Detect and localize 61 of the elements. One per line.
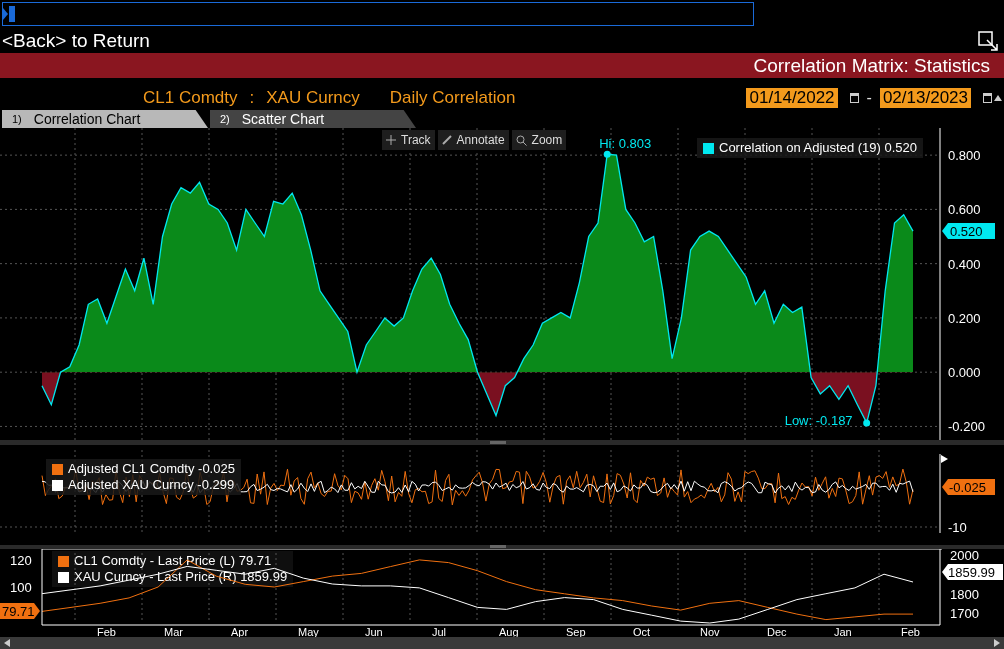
start-date-field[interactable]: 01/14/2022 bbox=[746, 88, 838, 108]
cursor-icon bbox=[3, 4, 15, 24]
back-link[interactable]: <Back> to Return bbox=[2, 29, 150, 52]
calendar-icon[interactable] bbox=[983, 93, 992, 103]
calendar-icon[interactable] bbox=[849, 93, 859, 103]
axis-tick-label: 0.800 bbox=[948, 148, 981, 164]
high-label: Hi: 0.803 bbox=[599, 136, 652, 152]
legend-label: CL1 Comdty - Last Price (L) 79.71 bbox=[74, 553, 272, 569]
axis-tick-label: 100 bbox=[10, 580, 32, 595]
axis-tick-label: 0.600 bbox=[948, 202, 981, 218]
end-date-field[interactable]: 02/13/2023 bbox=[879, 88, 971, 108]
chart-tool-button[interactable]: Zoom bbox=[511, 130, 567, 150]
month-label: Oct bbox=[633, 626, 651, 637]
axis-tick-label: 2000 bbox=[950, 547, 979, 563]
chart-tool-button[interactable]: Track bbox=[382, 130, 435, 150]
chart-tool-button[interactable]: Annotate bbox=[437, 130, 509, 150]
correlation-mode: Daily Correlation bbox=[389, 88, 516, 108]
axis-tick-label: 1800 bbox=[950, 586, 979, 602]
chart-tab[interactable]: 1) Correlation Chart bbox=[2, 110, 208, 128]
axis-tick-label: 120 bbox=[10, 552, 32, 568]
value-flag: -0.025 bbox=[942, 479, 995, 495]
axis-tick-label: 0.000 bbox=[948, 365, 981, 381]
legend-label: Adjusted CL1 Comdty -0.025 bbox=[68, 461, 235, 477]
screen-title: Correlation Matrix: Statistics bbox=[753, 54, 990, 77]
search-icon bbox=[515, 134, 527, 146]
month-label: Dec bbox=[767, 626, 787, 637]
legend-label: Adjusted XAU Curncy -0.299 bbox=[68, 477, 235, 493]
month-label: Feb bbox=[901, 626, 920, 637]
chart-tab[interactable]: 2) Scatter Chart bbox=[210, 110, 416, 128]
month-label: Jun bbox=[365, 626, 383, 637]
low-label: Low: -0.187 bbox=[784, 412, 853, 428]
horizontal-scrollbar[interactable] bbox=[0, 637, 1004, 649]
command-field[interactable] bbox=[2, 2, 754, 26]
month-label: Feb bbox=[97, 626, 116, 637]
low-marker bbox=[863, 419, 871, 427]
value-flag: 1859.99 bbox=[942, 564, 1003, 580]
scroll-right-icon[interactable] bbox=[994, 639, 1000, 647]
scroll-left-icon[interactable] bbox=[4, 639, 10, 647]
date-separator: - bbox=[866, 89, 872, 107]
legend-label: Correlation on Adjusted (19) 0.520 bbox=[719, 140, 917, 156]
separator-colon: : bbox=[249, 88, 255, 108]
high-marker bbox=[603, 150, 611, 158]
axis-tick-label: -0.200 bbox=[948, 419, 985, 435]
expand-icon[interactable] bbox=[978, 30, 998, 51]
security-name: CL1 Comdty bbox=[143, 88, 238, 108]
resize-handle[interactable] bbox=[490, 441, 506, 444]
resize-handle[interactable] bbox=[490, 545, 506, 548]
scroll-up-icon[interactable] bbox=[994, 94, 1002, 102]
axis-tick-label: 0.200 bbox=[948, 310, 981, 326]
month-label: Jan bbox=[834, 626, 852, 637]
crosshair-icon bbox=[386, 135, 396, 145]
security-name: XAU Curncy bbox=[266, 88, 360, 108]
pencil-icon bbox=[441, 135, 452, 145]
value-flag: 0.520 bbox=[942, 223, 995, 240]
month-label: Mar bbox=[164, 626, 183, 637]
axis-tick-label: -10 bbox=[948, 520, 967, 535]
month-label: Jul bbox=[432, 626, 447, 637]
axis-tick-label: 0.400 bbox=[948, 256, 981, 272]
axis-tick-label: 1700 bbox=[950, 606, 979, 622]
value-flag: 79.71 bbox=[0, 603, 40, 619]
month-label: Nov bbox=[700, 626, 720, 637]
